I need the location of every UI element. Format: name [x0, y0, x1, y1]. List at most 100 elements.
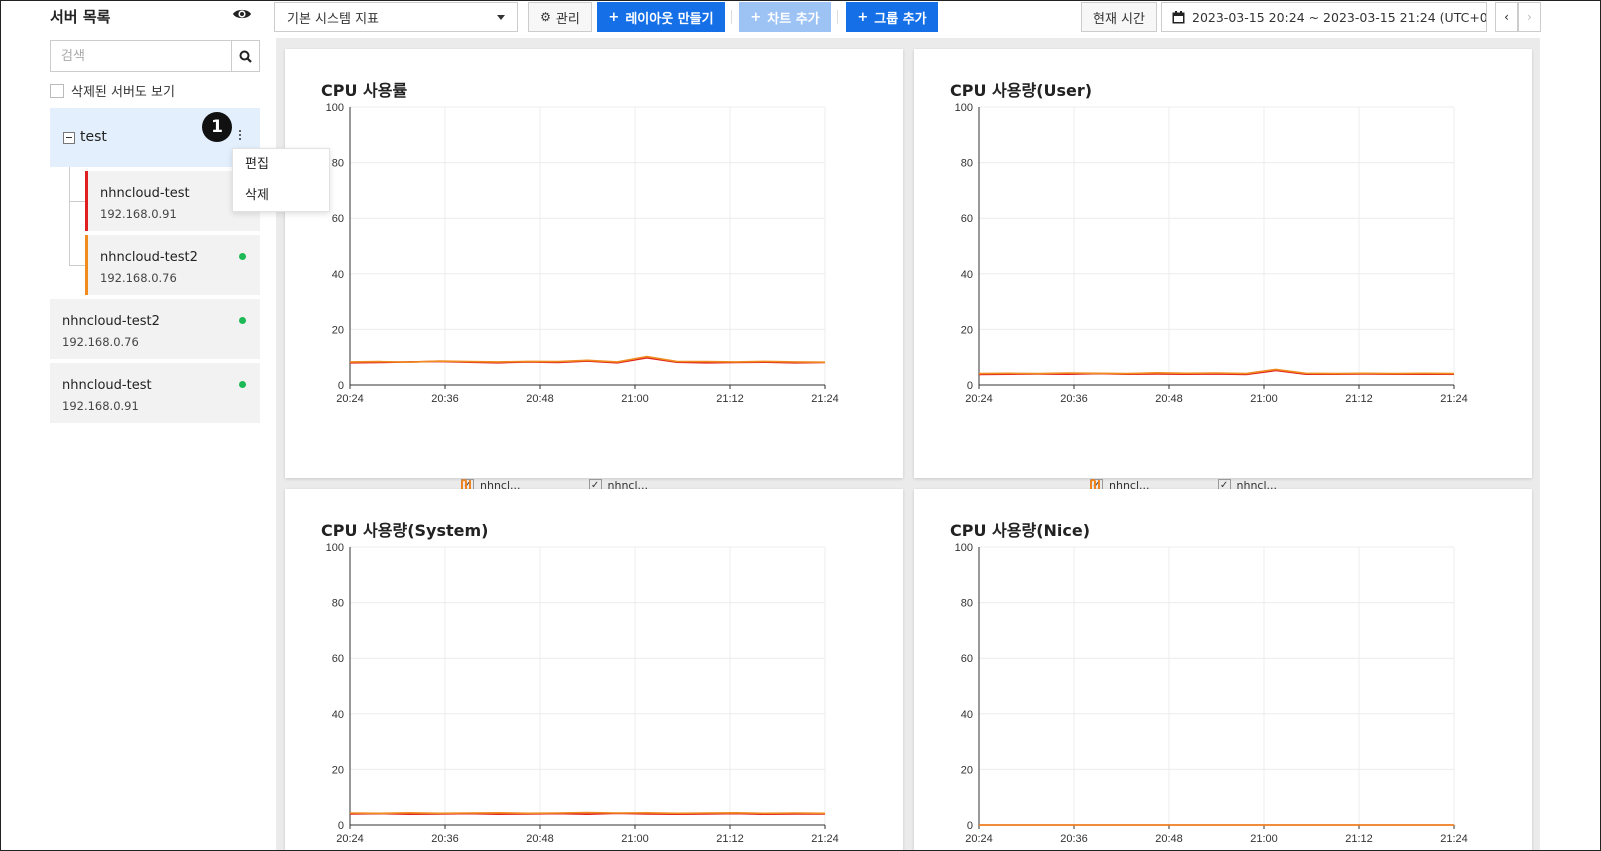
manage-button[interactable]: ⚙ 관리: [528, 2, 592, 32]
online-status-dot: [239, 253, 246, 260]
add-group-button[interactable]: + 그룹 추가: [846, 2, 938, 32]
now-button[interactable]: 현재 시간: [1081, 2, 1157, 32]
x-tick-label: 21:24: [1440, 833, 1468, 845]
calendar-icon: [1172, 10, 1185, 23]
y-tick-label: 100: [955, 102, 973, 114]
y-tick-label: 60: [332, 653, 344, 665]
eye-icon[interactable]: [232, 6, 252, 24]
search-icon: [239, 50, 252, 63]
status-bar: [85, 235, 88, 295]
y-tick-label: 80: [961, 598, 973, 610]
x-tick-label: 20:48: [1155, 393, 1183, 405]
tree-line: [69, 201, 85, 202]
x-tick-label: 20:36: [1060, 393, 1088, 405]
y-tick-label: 100: [326, 102, 344, 114]
x-tick-label: 21:24: [1440, 393, 1468, 405]
x-tick-label: 20:36: [431, 393, 459, 405]
y-tick-label: 60: [961, 213, 973, 225]
prev-range-button[interactable]: ‹: [1495, 2, 1518, 32]
sidebar-title: 서버 목록: [50, 8, 111, 26]
show-deleted-row[interactable]: 삭제된 서버도 보기: [50, 81, 175, 100]
chart-card: CPU 사용량(Nice) 0 20 40 60 80 100 20:24 20:36 20:4…: [914, 489, 1532, 851]
tree-line: [69, 167, 70, 265]
chart-card: CPU 사용률 0 20 40 60 80 100 20:24 20:36 20:48 21:00…: [285, 49, 903, 492]
next-range-button[interactable]: ›: [1518, 2, 1541, 32]
server-ip: 192.168.0.76: [62, 335, 139, 349]
chart-card: CPU 사용량(System) 0 20 40 60 80 100 20:24 20:36 20…: [285, 489, 903, 851]
add-chart-button[interactable]: + 차트 추가: [739, 2, 831, 32]
y-tick-label: 20: [961, 764, 973, 776]
server-name: nhncloud-test2: [62, 314, 160, 329]
line-chart: 0 20 40 60 80 100 20:24 20:36 20:48 21:00 21:12 21:…: [326, 542, 839, 845]
y-tick-label: 20: [961, 324, 973, 336]
context-menu: 편집 삭제: [232, 148, 330, 212]
y-tick-label: 60: [332, 213, 344, 225]
x-tick-label: 20:24: [965, 833, 993, 845]
x-tick-label: 20:24: [336, 393, 364, 405]
server-ip: 192.168.0.91: [62, 399, 139, 413]
collapse-icon[interactable]: [63, 132, 75, 144]
kebab-menu-icon[interactable]: [237, 130, 243, 144]
x-tick-label: 20:24: [965, 393, 993, 405]
menu-item-edit[interactable]: 편집: [233, 149, 329, 180]
y-tick-label: 40: [961, 269, 973, 281]
online-status-dot: [239, 381, 246, 388]
x-tick-label: 20:48: [526, 393, 554, 405]
y-tick-label: 100: [326, 542, 344, 554]
y-tick-label: 80: [961, 158, 973, 170]
y-tick-label: 60: [961, 653, 973, 665]
show-deleted-checkbox[interactable]: [50, 83, 64, 98]
create-layout-button[interactable]: + 레이아웃 만들기: [597, 2, 725, 32]
search-box: [50, 40, 260, 72]
x-tick-label: 21:00: [1250, 833, 1278, 845]
y-tick-label: 40: [332, 709, 344, 721]
server-item[interactable]: nhncloud-test 192.168.0.91: [50, 363, 260, 423]
server-name: nhncloud-test: [62, 378, 152, 393]
server-name: nhncloud-test: [100, 186, 190, 201]
y-tick-label: 0: [967, 380, 973, 392]
chevron-left-icon: ‹: [1504, 10, 1509, 24]
chart-card: CPU 사용량(User) 0 20 40 60 80 100 20:24 20:36 20:4…: [914, 49, 1532, 492]
server-list-sidebar: 서버 목록 삭제된 서버도 보기 test 1 nhncloud-test 19…: [0, 0, 330, 851]
x-tick-label: 21:12: [1345, 833, 1373, 845]
x-tick-label: 21:00: [1250, 393, 1278, 405]
y-tick-label: 80: [332, 158, 344, 170]
layout-select[interactable]: 기본 시스템 지표: [274, 2, 518, 32]
server-ip: 192.168.0.76: [100, 271, 177, 285]
now-label: 현재 시간: [1093, 11, 1145, 27]
show-deleted-label: 삭제된 서버도 보기: [71, 85, 175, 100]
series-line-2: [349, 811, 826, 815]
toolbar-divider: [731, 10, 732, 24]
x-tick-label: 20:36: [1060, 833, 1088, 845]
plus-icon: +: [608, 9, 620, 25]
x-tick-label: 21:00: [621, 833, 649, 845]
x-tick-label: 21:00: [621, 393, 649, 405]
step-badge: 1: [202, 112, 232, 142]
server-item[interactable]: nhncloud-test2 192.168.0.76: [50, 299, 260, 359]
y-tick-label: 0: [338, 820, 344, 832]
search-input[interactable]: [51, 41, 231, 71]
x-tick-label: 21:12: [1345, 393, 1373, 405]
tree-line: [69, 265, 85, 266]
status-bar: [85, 171, 88, 231]
x-tick-label: 21:12: [716, 833, 744, 845]
time-range-picker[interactable]: 2023-03-15 20:24 ~ 2023-03-15 21:24 (UTC…: [1161, 2, 1487, 32]
layout-select-value: 기본 시스템 지표: [287, 11, 379, 27]
x-tick-label: 20:36: [431, 833, 459, 845]
online-status-dot: [239, 317, 246, 324]
line-chart: 0 20 40 60 80 100 20:24 20:36 20:48 21:00 21:12 21:…: [955, 102, 1468, 405]
add-group-label: 그룹 추가: [874, 11, 927, 27]
y-tick-label: 20: [332, 764, 344, 776]
line-chart: 0 20 40 60 80 100 20:24 20:36 20:48 21:00 21:12 21:…: [955, 542, 1468, 845]
x-tick-label: 20:24: [336, 833, 364, 845]
dashboard-area: CPU 사용률 0 20 40 60 80 100 20:24 20:36 20:48 21:00…: [276, 38, 1540, 851]
chevron-down-icon: [497, 15, 505, 20]
x-tick-label: 21:24: [811, 833, 839, 845]
search-button[interactable]: [231, 41, 259, 71]
x-tick-label: 20:48: [1155, 833, 1183, 845]
x-tick-label: 21:24: [811, 393, 839, 405]
menu-item-delete[interactable]: 삭제: [233, 180, 329, 211]
group-server-item[interactable]: nhncloud-test2 192.168.0.76: [85, 235, 260, 295]
y-tick-label: 100: [955, 542, 973, 554]
y-tick-label: 20: [332, 324, 344, 336]
